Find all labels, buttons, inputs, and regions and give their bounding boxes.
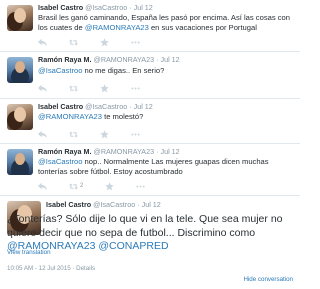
- tweet-timestamp[interactable]: 10:05 AM - 12 Jul 2015 · Details: [7, 265, 95, 272]
- tweet-text: @RAMONRAYA23 te molestó?: [38, 112, 293, 122]
- mention-link[interactable]: @IsaCastroo: [38, 157, 82, 166]
- more-button[interactable]: [131, 37, 140, 47]
- tweet-header: Ramón Raya M. @RAMONRAYA23 · Jul 12: [38, 55, 180, 64]
- tweet-actions: [38, 83, 162, 93]
- retweet-button[interactable]: [69, 83, 78, 93]
- author-name[interactable]: Isabel Castro: [46, 200, 91, 209]
- mention-link[interactable]: @CONAPRED: [98, 240, 168, 252]
- reply-button[interactable]: [38, 129, 47, 139]
- separator: ·: [156, 55, 159, 64]
- avatar[interactable]: [7, 5, 33, 31]
- tweet[interactable]: Ramón Raya M. @RAMONRAYA23 · Jul 12 @Isa…: [0, 52, 300, 99]
- tweet-header: Isabel Castro @IsaCastroo · Jul 12: [38, 102, 153, 111]
- author-name[interactable]: Isabel Castro: [38, 3, 83, 12]
- focused-tweet-text: ¿Tonterías? Sólo dije lo que vi en la te…: [7, 213, 295, 254]
- star-icon: [100, 83, 109, 92]
- tweet-header: Isabel Castro @IsaCastroo · Jul 12: [46, 200, 161, 209]
- author-name[interactable]: Ramón Raya M.: [38, 147, 92, 156]
- author-handle[interactable]: @RAMONRAYA23: [94, 147, 155, 156]
- retweet-button[interactable]: [69, 129, 78, 139]
- author-handle[interactable]: @IsaCastroo: [85, 3, 127, 12]
- retweet-icon: [69, 183, 78, 189]
- tweet-actions: [38, 129, 162, 139]
- retweet-icon: [69, 85, 78, 91]
- more-button[interactable]: [136, 181, 145, 191]
- reply-icon: [38, 130, 47, 138]
- more-icon: [131, 41, 140, 43]
- tweet-text: Brasil les ganó caminando, España les pa…: [38, 13, 293, 33]
- star-icon: [100, 129, 109, 138]
- retweet-button[interactable]: 2: [69, 181, 83, 191]
- mention-link[interactable]: @RAMONRAYA23: [38, 112, 102, 121]
- mention-link[interactable]: @IsaCastroo: [38, 66, 82, 75]
- author-handle[interactable]: @IsaCastroo: [85, 102, 127, 111]
- favorite-button[interactable]: [105, 181, 115, 191]
- tweet-text-part: en sus vacaciones por Portugal: [148, 23, 257, 32]
- separator: ·: [129, 3, 132, 12]
- separator: ·: [156, 147, 159, 156]
- favorite-button[interactable]: [100, 37, 109, 47]
- favorite-button[interactable]: [100, 129, 109, 139]
- favorite-button[interactable]: [100, 83, 109, 93]
- avatar[interactable]: [7, 104, 33, 130]
- author-handle[interactable]: @RAMONRAYA23: [94, 55, 155, 64]
- star-icon: [100, 37, 109, 46]
- more-icon: [131, 87, 140, 89]
- tweet-time[interactable]: Jul 12: [161, 147, 180, 156]
- tweet-text: @IsaCastroo no me digas.. En serio?: [38, 66, 293, 76]
- author-name[interactable]: Isabel Castro: [38, 102, 83, 111]
- reply-icon: [38, 84, 47, 92]
- retweet-icon: [69, 131, 78, 137]
- more-icon: [131, 133, 140, 135]
- star-icon: [105, 181, 115, 190]
- more-button[interactable]: [131, 129, 140, 139]
- separator: ·: [137, 200, 140, 209]
- retweet-icon: [69, 39, 78, 45]
- tweet-actions: 2: [38, 181, 167, 191]
- tweet-time[interactable]: Jul 12: [134, 3, 153, 12]
- reply-button[interactable]: [38, 37, 47, 47]
- tweet-header: Ramón Raya M. @RAMONRAYA23 · Jul 12: [38, 147, 180, 156]
- tweet-text-part: no me digas.. En serio?: [82, 66, 165, 75]
- reply-button[interactable]: [38, 83, 47, 93]
- reply-button[interactable]: [38, 181, 47, 191]
- more-icon: [136, 185, 145, 187]
- tweet[interactable]: Isabel Castro @IsaCastroo · Jul 12 @RAMO…: [0, 99, 300, 144]
- tweet-text-part: te molestó?: [101, 112, 144, 121]
- avatar[interactable]: [7, 57, 33, 83]
- tweet-time[interactable]: Jul 12: [142, 200, 161, 209]
- author-handle[interactable]: @IsaCastroo: [93, 200, 135, 209]
- tweet-text: @IsaCastroo nop.. Normalmente Las mujere…: [38, 157, 293, 177]
- more-button[interactable]: [131, 83, 140, 93]
- author-name[interactable]: Ramón Raya M.: [38, 55, 92, 64]
- separator: ·: [129, 102, 132, 111]
- avatar[interactable]: [7, 149, 33, 175]
- view-translation-link[interactable]: View translation: [7, 249, 51, 256]
- reply-icon: [38, 38, 47, 46]
- tweet-text-part: ¿Tonterías? Sólo dije lo que vi en la te…: [7, 213, 283, 239]
- tweet-time[interactable]: Jul 12: [161, 55, 180, 64]
- tweet-actions: [38, 37, 162, 47]
- tweet-header: Isabel Castro @IsaCastroo · Jul 12: [38, 3, 153, 12]
- hide-conversation-link[interactable]: Hide conversation: [243, 276, 293, 283]
- retweet-button[interactable]: [69, 37, 78, 47]
- mention-link[interactable]: @RAMONRAYA23: [85, 23, 149, 32]
- tweet[interactable]: Isabel Castro @IsaCastroo · Jul 12 Brasi…: [0, 0, 300, 52]
- reply-icon: [38, 182, 47, 190]
- retweet-count: 2: [80, 183, 84, 189]
- tweet[interactable]: Ramón Raya M. @RAMONRAYA23 · Jul 12 @Isa…: [0, 144, 300, 196]
- tweet-time[interactable]: Jul 12: [134, 102, 153, 111]
